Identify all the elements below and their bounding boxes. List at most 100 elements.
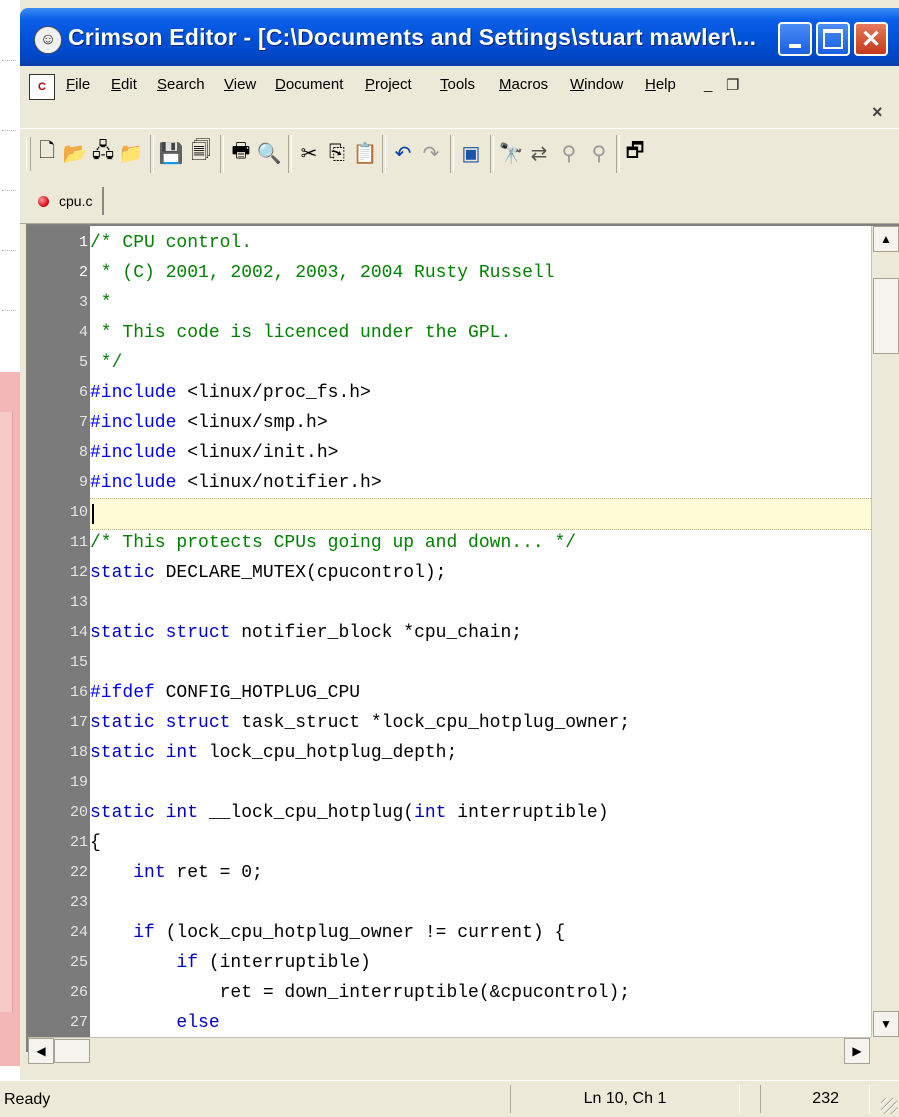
close-button[interactable]: ✕ — [854, 22, 888, 56]
menu-project[interactable]: Project — [365, 76, 412, 93]
code-line[interactable]: static struct notifier_block *cpu_chain; — [90, 618, 871, 648]
window-title: Crimson Editor - [C:\Documents and Setti… — [68, 24, 757, 50]
code-line[interactable]: * This code is licenced under the GPL. — [90, 318, 871, 348]
menu-document[interactable]: Document — [275, 76, 343, 93]
code-line[interactable]: /* This protects CPUs going up and down.… — [90, 528, 871, 558]
line-number: 22 — [69, 864, 88, 881]
code-area[interactable]: /* CPU control. * (C) 2001, 2002, 2003, … — [90, 226, 871, 1037]
code-line[interactable]: #include <linux/proc_fs.h> — [90, 378, 871, 408]
open-remote-icon[interactable]: 🖧 — [90, 138, 116, 168]
open-template-icon[interactable]: 📁 — [118, 138, 144, 168]
line-number: 20 — [69, 804, 88, 821]
menu-tools[interactable]: Tools — [440, 76, 475, 93]
redo-icon[interactable]: ↷ — [418, 138, 444, 168]
code-editor[interactable]: 1 2 3 4 5 6 7 8 9 10 11 12 13 14 15 16 17 18 19 20 21 22 23 24 2… — [26, 224, 899, 1064]
code-line[interactable]: #include <linux/smp.h> — [90, 408, 871, 438]
code-line[interactable]: int ret = 0; — [90, 858, 871, 888]
line-number: 19 — [69, 774, 88, 791]
line-number: 14 — [69, 624, 88, 641]
code-line[interactable] — [90, 588, 871, 618]
code-line[interactable]: * — [90, 288, 871, 318]
toolbar-grip[interactable] — [26, 137, 31, 171]
save-icon[interactable]: 💾 — [158, 138, 184, 168]
vertical-scrollbar[interactable]: ▲ ▼ — [871, 226, 899, 1037]
code-line[interactable]: #include <linux/notifier.h> — [90, 468, 871, 498]
code-line[interactable]: { — [90, 828, 871, 858]
line-number: 8 — [78, 444, 88, 461]
find-next-icon[interactable]: ⚲ — [556, 138, 582, 168]
find-prev-icon[interactable]: ⚲ — [586, 138, 612, 168]
title-bar[interactable]: ☺ Crimson Editor - [C:\Documents and Set… — [20, 8, 899, 66]
window-icon[interactable]: 🗗 — [622, 138, 648, 168]
line-number: 26 — [69, 984, 88, 1001]
copy-icon[interactable]: ⎘ — [324, 138, 350, 168]
undo-icon[interactable]: ↶ — [390, 138, 416, 168]
vertical-scroll-thumb[interactable] — [873, 278, 899, 354]
new-file-icon[interactable]: 🗋 — [34, 138, 60, 168]
code-line[interactable]: #ifdef CONFIG_HOTPLUG_CPU — [90, 678, 871, 708]
background-window-edge — [0, 372, 21, 1066]
horizontal-scrollbar[interactable]: ◀ ▶ — [28, 1037, 871, 1064]
menu-help[interactable]: Help — [645, 76, 676, 93]
menu-file[interactable]: File — [66, 76, 90, 93]
menu-edit[interactable]: Edit — [111, 76, 137, 93]
app-icon[interactable]: ☺ — [34, 26, 62, 54]
code-line[interactable]: /* CPU control. — [90, 228, 871, 258]
code-line[interactable] — [90, 768, 871, 798]
cursor-position: Ln 10, Ch 1 — [510, 1085, 740, 1113]
scroll-left-button[interactable]: ◀ — [28, 1038, 54, 1064]
replace-icon[interactable]: ⇄ — [526, 138, 552, 168]
code-line[interactable] — [90, 888, 871, 918]
code-line[interactable]: if (interruptible) — [90, 948, 871, 978]
code-line[interactable]: if (lock_cpu_hotplug_owner != current) { — [90, 918, 871, 948]
code-line[interactable]: */ — [90, 348, 871, 378]
cut-icon[interactable]: ✂ — [296, 138, 322, 168]
code-line[interactable]: static int lock_cpu_hotplug_depth; — [90, 738, 871, 768]
menu-macros[interactable]: Macros — [499, 76, 548, 93]
scroll-down-button[interactable]: ▼ — [873, 1011, 899, 1037]
scroll-right-button[interactable]: ▶ — [844, 1038, 870, 1064]
document-icon[interactable]: C — [29, 74, 55, 100]
minimize-button[interactable] — [778, 22, 812, 56]
mdi-close-button[interactable]: × — [872, 102, 883, 123]
toolbar-separator — [288, 135, 292, 173]
code-line[interactable]: static int __lock_cpu_hotplug(int interr… — [90, 798, 871, 828]
scroll-up-button[interactable]: ▲ — [873, 226, 899, 252]
scrollbar-corner — [871, 1037, 899, 1063]
code-line[interactable]: * (C) 2001, 2002, 2003, 2004 Rusty Russe… — [90, 258, 871, 288]
code-line[interactable]: #include <linux/init.h> — [90, 438, 871, 468]
resize-grip[interactable] — [881, 1098, 897, 1114]
code-line[interactable] — [90, 648, 871, 678]
find-icon[interactable]: 🔭 — [498, 138, 524, 168]
horizontal-scroll-thumb[interactable] — [54, 1039, 90, 1063]
line-number: 2 — [78, 264, 88, 281]
status-count: 232 — [760, 1085, 870, 1113]
open-file-icon[interactable]: 📂 — [62, 138, 88, 168]
menu-window[interactable]: Window — [570, 76, 623, 93]
toolbar-separator — [616, 135, 620, 173]
print-icon[interactable]: 🖶 — [228, 138, 254, 168]
print-preview-icon[interactable]: 🔍 — [256, 138, 282, 168]
code-line[interactable]: ret = down_interruptible(&cpucontrol); — [90, 978, 871, 1008]
menu-bar: C File Edit Search View Document Project… — [20, 66, 899, 129]
maximize-button[interactable] — [816, 22, 850, 56]
column-mode-icon[interactable]: ▣ — [458, 138, 484, 168]
toolbar: 🗋 📂 🖧 📁 💾 🗐 🖶 🔍 ✂ ⎘ 📋 ↶ ↷ ▣ 🔭 ⇄ ⚲ ⚲ 🗗 — [20, 128, 899, 180]
line-number: 24 — [69, 924, 88, 941]
code-line[interactable]: static struct task_struct *lock_cpu_hotp… — [90, 708, 871, 738]
line-number: 13 — [69, 594, 88, 611]
line-number: 6 — [78, 384, 88, 401]
code-line[interactable] — [90, 498, 871, 530]
background-dotted-lines — [0, 0, 20, 372]
code-line[interactable]: else — [90, 1008, 871, 1037]
tab-cpu-c[interactable]: cpu.c — [30, 187, 105, 215]
menu-search[interactable]: Search — [157, 76, 205, 93]
mdi-restore-button[interactable]: ❐ — [726, 76, 739, 94]
line-number: 18 — [69, 744, 88, 761]
save-all-icon[interactable]: 🗐 — [188, 138, 214, 168]
code-line[interactable]: static DECLARE_MUTEX(cpucontrol); — [90, 558, 871, 588]
status-message: Ready — [4, 1091, 51, 1108]
paste-icon[interactable]: 📋 — [352, 138, 378, 168]
menu-view[interactable]: View — [224, 76, 256, 93]
mdi-minimize-button[interactable]: _ — [704, 76, 712, 93]
